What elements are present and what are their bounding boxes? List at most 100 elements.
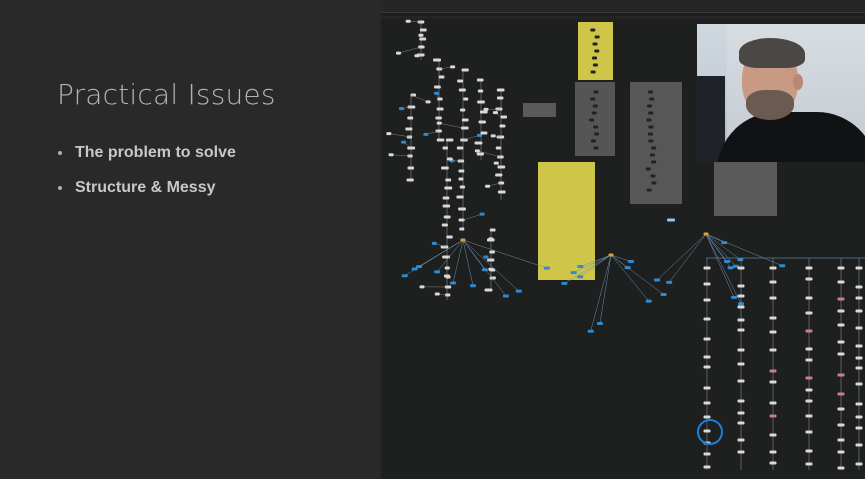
graph-node[interactable] bbox=[459, 185, 466, 189]
graph-node[interactable] bbox=[460, 238, 466, 242]
graph-node[interactable] bbox=[805, 462, 813, 466]
graph-node[interactable] bbox=[489, 250, 495, 254]
graph-node[interactable] bbox=[515, 289, 522, 293]
graph-node[interactable] bbox=[489, 228, 496, 232]
graph-node[interactable] bbox=[495, 146, 502, 150]
graph-node[interactable] bbox=[497, 190, 506, 194]
graph-node[interactable] bbox=[490, 134, 496, 138]
graph-node[interactable] bbox=[401, 140, 407, 144]
graph-node[interactable] bbox=[805, 399, 813, 403]
graph-node[interactable] bbox=[495, 173, 503, 177]
graph-node[interactable] bbox=[703, 232, 709, 236]
graph-node[interactable] bbox=[502, 294, 509, 298]
graph-node[interactable] bbox=[423, 132, 429, 136]
graph-node[interactable] bbox=[407, 116, 414, 120]
graph-node[interactable] bbox=[484, 288, 493, 292]
graph-node[interactable] bbox=[855, 326, 863, 330]
graph-node[interactable] bbox=[647, 104, 653, 108]
graph-node[interactable] bbox=[436, 138, 445, 142]
graph-node[interactable] bbox=[703, 386, 711, 390]
graph-node[interactable] bbox=[446, 157, 453, 161]
graph-node[interactable] bbox=[645, 299, 652, 303]
graph-node[interactable] bbox=[437, 97, 443, 101]
graph-node[interactable] bbox=[805, 277, 813, 281]
graph-node[interactable] bbox=[561, 281, 568, 285]
graph-node[interactable] bbox=[769, 380, 777, 384]
graph-node[interactable] bbox=[543, 266, 550, 270]
graph-node[interactable] bbox=[769, 401, 777, 405]
graph-node[interactable] bbox=[386, 132, 392, 136]
graph-node[interactable] bbox=[488, 237, 494, 241]
graph-node[interactable] bbox=[406, 178, 414, 182]
graph-node[interactable] bbox=[837, 423, 845, 427]
graph-node[interactable] bbox=[855, 443, 863, 447]
graph-node[interactable] bbox=[737, 305, 745, 309]
graph-node[interactable] bbox=[594, 49, 600, 53]
graph-node[interactable] bbox=[488, 267, 494, 271]
graph-node[interactable] bbox=[805, 347, 813, 351]
graph-node[interactable] bbox=[463, 97, 469, 101]
graph-node[interactable] bbox=[737, 399, 745, 403]
graph-node[interactable] bbox=[592, 56, 598, 60]
graph-node[interactable] bbox=[769, 316, 777, 320]
graph-node[interactable] bbox=[461, 118, 469, 122]
graph-node[interactable] bbox=[461, 68, 469, 72]
graph-node[interactable] bbox=[737, 421, 745, 425]
graph-node[interactable] bbox=[460, 108, 466, 112]
graph-node[interactable] bbox=[855, 415, 863, 419]
graph-node[interactable] bbox=[855, 402, 863, 406]
graph-node[interactable] bbox=[837, 450, 845, 454]
graph-node[interactable] bbox=[442, 146, 448, 150]
graph-node[interactable] bbox=[769, 280, 777, 284]
graph-node[interactable] bbox=[592, 104, 598, 108]
graph-node[interactable] bbox=[737, 258, 744, 262]
graph-node[interactable] bbox=[478, 120, 486, 124]
graph-node[interactable] bbox=[651, 160, 657, 164]
graph-node[interactable] bbox=[496, 88, 505, 92]
graph-node[interactable] bbox=[769, 348, 777, 352]
graph-node[interactable] bbox=[499, 124, 506, 128]
graph-node[interactable] bbox=[396, 51, 402, 55]
graph-node[interactable] bbox=[434, 85, 441, 89]
graph-node[interactable] bbox=[418, 45, 425, 49]
graph-node[interactable] bbox=[737, 294, 745, 298]
graph-node[interactable] bbox=[703, 298, 711, 302]
graph-node[interactable] bbox=[731, 295, 738, 299]
graph-node[interactable] bbox=[577, 275, 584, 279]
graph-node[interactable] bbox=[445, 275, 451, 279]
graph-node[interactable] bbox=[608, 253, 614, 257]
graph-node[interactable] bbox=[419, 28, 427, 32]
graph-node[interactable] bbox=[458, 207, 466, 211]
graph-node[interactable] bbox=[474, 149, 480, 153]
graph-node[interactable] bbox=[855, 382, 863, 386]
graph-node[interactable] bbox=[493, 161, 499, 165]
graph-node[interactable] bbox=[458, 88, 466, 92]
graph-node[interactable] bbox=[769, 369, 777, 373]
graph-node[interactable] bbox=[648, 139, 654, 143]
graph-node[interactable] bbox=[805, 266, 813, 270]
graph-node[interactable] bbox=[483, 107, 489, 111]
graph-node[interactable] bbox=[497, 96, 504, 100]
graph-node[interactable] bbox=[592, 63, 598, 67]
graph-node[interactable] bbox=[479, 212, 485, 216]
graph-node[interactable] bbox=[596, 322, 603, 326]
graph-node[interactable] bbox=[476, 152, 484, 156]
graph-node[interactable] bbox=[441, 166, 449, 170]
graph-node[interactable] bbox=[855, 309, 863, 313]
graph-node[interactable] bbox=[837, 373, 845, 377]
graph-node[interactable] bbox=[593, 90, 599, 94]
graph-node[interactable] bbox=[497, 165, 506, 169]
graph-node[interactable] bbox=[805, 414, 813, 418]
graph-node[interactable] bbox=[492, 111, 498, 115]
graph-node[interactable] bbox=[411, 267, 418, 271]
graph-node[interactable] bbox=[769, 433, 777, 437]
graph-node[interactable] bbox=[591, 111, 597, 115]
graph-node[interactable] bbox=[398, 107, 404, 111]
graph-node[interactable] bbox=[805, 449, 813, 453]
graph-node[interactable] bbox=[458, 177, 464, 181]
graph-node[interactable] bbox=[647, 132, 653, 136]
graph-node[interactable] bbox=[646, 118, 652, 122]
graph-node[interactable] bbox=[590, 139, 596, 143]
graph-node[interactable] bbox=[450, 281, 457, 285]
graph-node[interactable] bbox=[442, 204, 451, 208]
